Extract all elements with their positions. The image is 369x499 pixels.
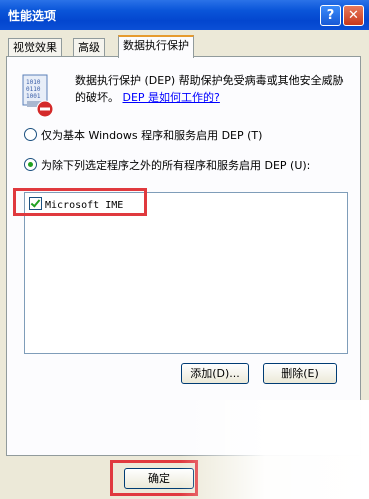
dep-help-link[interactable]: DEP 是如何工作的? [123,91,220,104]
dep-description: 数据执行保护 (DEP) 帮助保护免受病毒或其他安全威胁的破坏。 DEP 是如何… [75,72,351,106]
option-all-dep-label: 为除下列选定程序之外的所有程序和服务启用 DEP (U): [41,159,311,172]
title-bar[interactable]: 性能选项 ? ✕ [0,0,369,30]
program-listbox[interactable]: Microsoft IME [24,192,348,354]
svg-text:0110: 0110 [26,86,41,93]
svg-text:1010: 1010 [26,79,41,86]
radio-all-dep[interactable] [24,158,37,171]
radio-basic-dep[interactable] [24,128,37,141]
option-all-dep[interactable]: 为除下列选定程序之外的所有程序和服务启用 DEP (U): [24,157,310,173]
option-basic-dep[interactable]: 仅为基本 Windows 程序和服务启用 DEP (T) [24,127,262,143]
tab-dep[interactable]: 数据执行保护 [118,35,194,58]
help-button[interactable]: ? [320,5,341,26]
dep-shield-icon: 1010 0110 1001 [22,74,54,118]
add-button[interactable]: 添加(D)... [181,363,249,384]
dep-tab-panel: 1010 0110 1001 数据执行保护 (DEP) 帮助保护免受病毒或其他安… [6,56,361,456]
performance-options-window: 性能选项 ? ✕ 视觉效果 高级 数据执行保护 1010 0110 1001 数… [0,0,369,499]
remove-button[interactable]: 删除(E) [263,363,337,384]
option-basic-dep-label: 仅为基本 Windows 程序和服务启用 DEP (T) [41,129,263,142]
watermark-fade [180,400,369,499]
close-button[interactable]: ✕ [343,5,364,26]
svg-text:1001: 1001 [26,93,41,100]
window-title: 性能选项 [8,9,57,23]
tab-visual-effects[interactable]: 视觉效果 [8,38,62,57]
highlight-box-program [13,188,147,216]
tab-advanced[interactable]: 高级 [73,38,105,57]
